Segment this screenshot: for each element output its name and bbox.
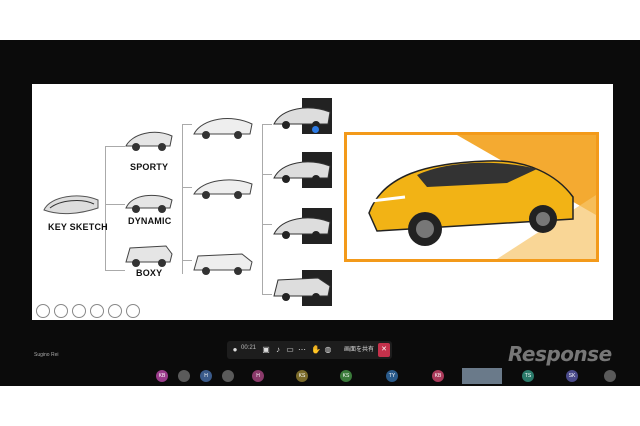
participant-avatar[interactable] — [178, 370, 190, 382]
refined-sketch-image — [273, 98, 332, 134]
participant-video-tile[interactable] — [462, 368, 502, 384]
refined-sketch-image — [273, 270, 332, 306]
chat-icon[interactable]: ◍ — [323, 345, 333, 355]
variant-sketch-image — [193, 253, 253, 275]
raise-hand-icon[interactable]: ✋ — [311, 345, 321, 355]
zoom-icon[interactable] — [108, 304, 122, 318]
participant-avatar[interactable]: TS — [522, 370, 534, 382]
participant-avatar[interactable] — [604, 370, 616, 382]
share-screen-icon[interactable]: ▭ — [285, 345, 295, 355]
mic-icon[interactable]: ♪ — [273, 345, 283, 355]
label-dynamic: DYNAMIC — [128, 216, 172, 226]
slide-back-icon[interactable] — [36, 304, 50, 318]
variant-sketch-image — [193, 118, 253, 139]
dynamic-sketch-image — [125, 194, 173, 213]
copy-icon[interactable] — [90, 304, 104, 318]
cursor-indicator — [312, 126, 319, 133]
tree-connector — [105, 146, 106, 270]
participant-avatar[interactable]: KB — [156, 370, 168, 382]
participant-avatar[interactable]: H — [252, 370, 264, 382]
tree-connector — [182, 124, 192, 125]
leave-button[interactable]: ✕ — [378, 343, 390, 357]
self-name-label: Sugino Rei — [34, 352, 59, 358]
participant-avatar[interactable]: SK — [566, 370, 578, 382]
boxy-sketch-image — [125, 245, 173, 267]
meeting-timer: 00:21 — [241, 345, 257, 351]
tree-connector — [182, 187, 192, 188]
label-sporty: SPORTY — [130, 162, 169, 172]
refined-sketch-image — [273, 208, 332, 244]
tree-connector — [105, 146, 125, 147]
tree-connector — [262, 174, 272, 175]
meeting-toolbar: ● 00:21 ▣ ♪ ▭ ⋯ ✋ ◍ 画面を共有 ✕ — [227, 341, 392, 359]
tree-connector — [262, 294, 272, 295]
watermark-logo: Response — [508, 342, 612, 366]
record-icon: ● — [232, 345, 238, 354]
participant-avatar[interactable]: KB — [432, 370, 444, 382]
label-boxy: BOXY — [136, 268, 163, 278]
refined-sketch-image — [273, 152, 332, 188]
tree-connector — [105, 204, 125, 205]
tree-connector — [262, 124, 263, 294]
sporty-sketch-image — [125, 131, 173, 151]
participant-avatar[interactable]: H — [200, 370, 212, 382]
camera-icon[interactable]: ▣ — [261, 345, 271, 355]
shared-slide: KEY SKETCH SPORTY DYNAMIC BOXY — [32, 84, 613, 320]
tree-connector — [262, 124, 272, 125]
annotation-icon[interactable] — [72, 304, 86, 318]
slide-forward-icon[interactable] — [54, 304, 68, 318]
tree-connector — [182, 260, 192, 261]
tree-connector — [262, 224, 272, 225]
participant-avatar[interactable]: TY — [386, 370, 398, 382]
final-car-rendering — [368, 135, 596, 259]
label-key-sketch: KEY SKETCH — [48, 222, 108, 232]
fullscreen-icon[interactable] — [126, 304, 140, 318]
tree-connector — [105, 270, 125, 271]
tree-connector — [182, 124, 183, 274]
key-sketch-image — [43, 195, 99, 215]
participant-avatar[interactable] — [222, 370, 234, 382]
participant-strip: KB H H KS KS TY KB TS SK — [0, 366, 640, 386]
more-icon[interactable]: ⋯ — [297, 345, 307, 355]
final-rendering-frame — [344, 132, 599, 262]
participant-avatar[interactable]: KS — [296, 370, 308, 382]
variant-sketch-image — [193, 179, 253, 199]
participant-avatar[interactable]: KS — [340, 370, 352, 382]
share-button[interactable]: 画面を共有 — [342, 344, 376, 356]
